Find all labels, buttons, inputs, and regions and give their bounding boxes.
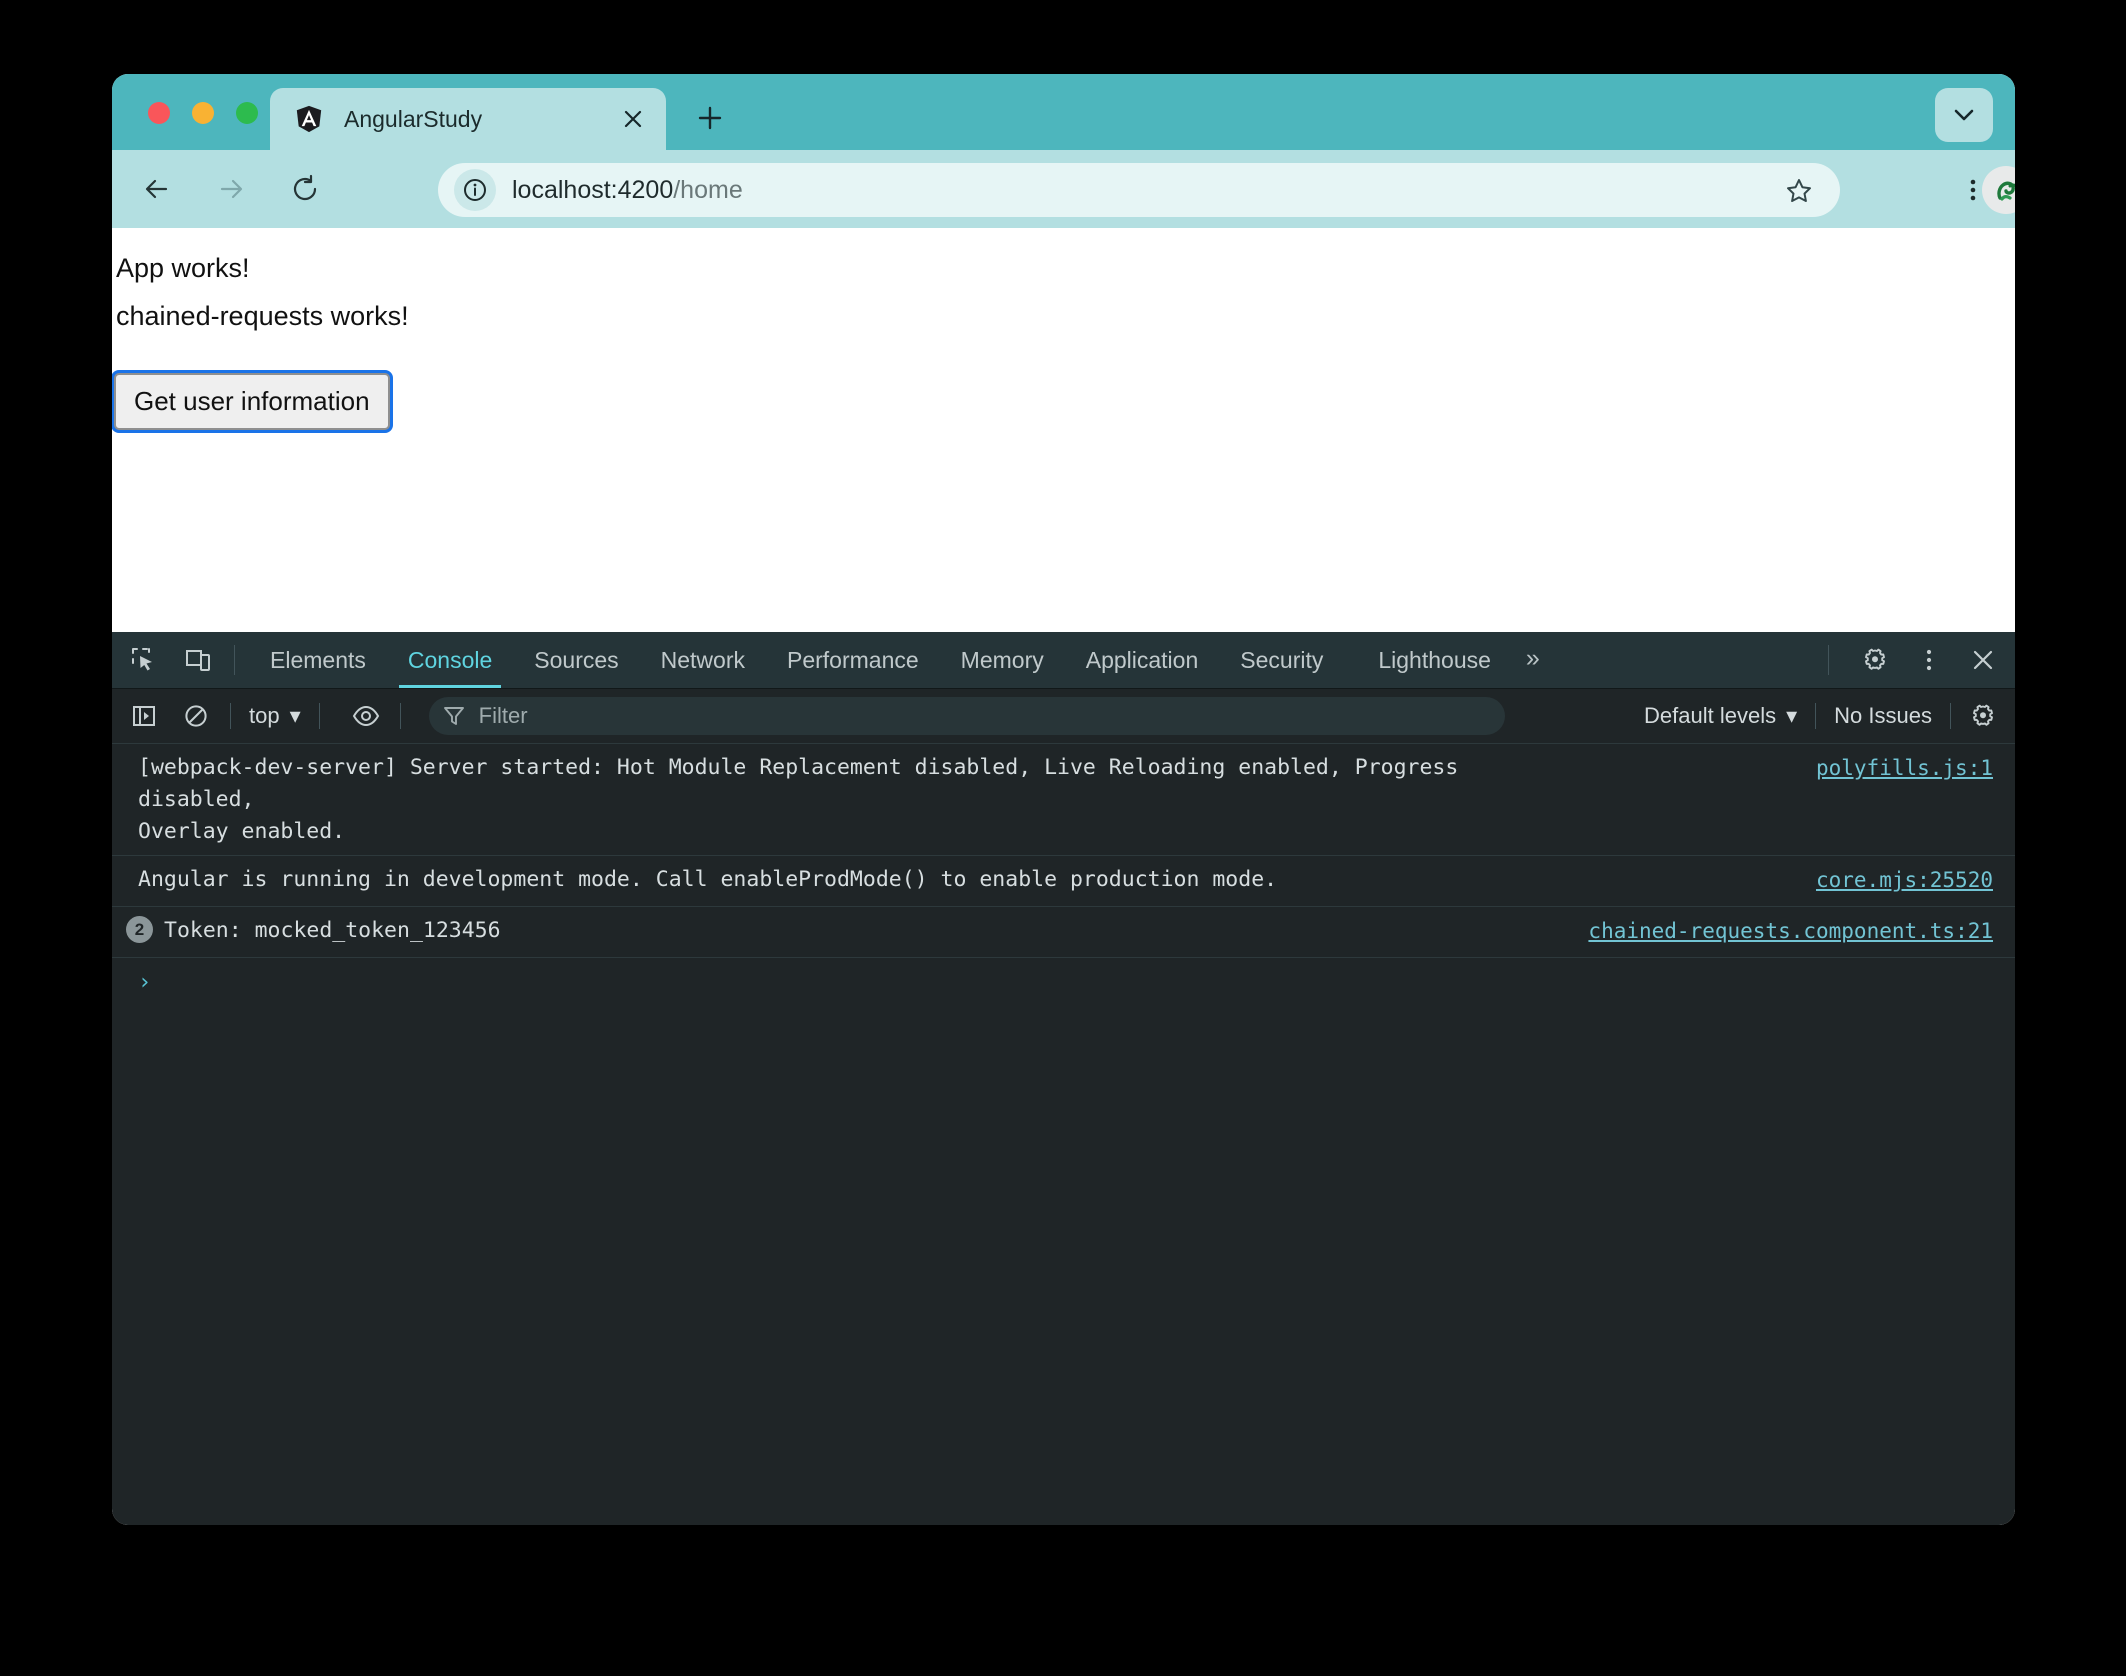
browser-menu-button[interactable] <box>1951 166 1995 214</box>
forward-button[interactable] <box>208 166 254 212</box>
eye-icon <box>352 703 380 729</box>
browser-tab[interactable]: AngularStudy <box>270 88 666 150</box>
console-sidebar-icon <box>131 703 157 729</box>
gear-icon <box>1969 702 1997 730</box>
close-icon <box>1969 646 1997 674</box>
more-tabs-button[interactable]: » <box>1512 632 1554 688</box>
clear-console-button[interactable] <box>176 696 216 736</box>
back-button[interactable] <box>134 166 180 212</box>
chained-requests-text: chained-requests works! <box>114 292 2015 340</box>
forward-arrow-icon <box>216 174 246 204</box>
gear-icon <box>1861 646 1889 674</box>
console-filter-input[interactable]: Filter <box>429 697 1505 735</box>
devtools-settings-button[interactable] <box>1853 638 1897 682</box>
clear-console-icon <box>183 703 209 729</box>
app-works-text: App works! <box>114 244 2015 292</box>
execution-context-selector[interactable]: top ▾ <box>245 703 305 729</box>
inspect-element-icon <box>130 646 158 674</box>
kebab-menu-icon <box>1916 647 1942 673</box>
window-controls <box>148 102 258 124</box>
devtools-tab-application[interactable]: Application <box>1065 632 1220 688</box>
close-tab-icon[interactable] <box>618 104 648 134</box>
devtools-tab-performance[interactable]: Performance <box>766 632 940 688</box>
actions-divider <box>1828 645 1829 675</box>
console-divider-1 <box>230 703 231 729</box>
message-repeat-count-badge: 2 <box>126 916 153 943</box>
devtools-tabbar-actions <box>1814 632 2005 688</box>
kebab-menu-icon <box>1960 177 1986 203</box>
devtools-tab-network[interactable]: Network <box>640 632 766 688</box>
devtools-tab-sources[interactable]: Sources <box>513 632 639 688</box>
console-toolbar: top ▾ Filter Default leve <box>112 689 2015 744</box>
devtools-close-button[interactable] <box>1961 638 2005 682</box>
back-arrow-icon <box>142 174 172 204</box>
new-tab-button[interactable] <box>692 100 728 136</box>
console-message-list: [webpack-dev-server] Server started: Hot… <box>112 744 2015 958</box>
live-expression-button[interactable] <box>346 696 386 736</box>
device-toolbar-icon <box>184 646 212 674</box>
devtools-tabbar: Elements Console Sources Network Perform… <box>112 632 2015 689</box>
angular-icon <box>294 104 324 134</box>
devtools-tab-lighthouse[interactable]: Lighthouse <box>1344 632 1512 688</box>
console-divider-3 <box>400 703 401 729</box>
console-sidebar-toggle[interactable] <box>124 696 164 736</box>
console-message[interactable]: [webpack-dev-server] Server started: Hot… <box>112 744 2015 856</box>
devtools-tab-elements[interactable]: Elements <box>249 632 387 688</box>
console-message-text: [webpack-dev-server] Server started: Hot… <box>112 752 2015 847</box>
page-viewport: App works! chained-requests works! Get u… <box>112 228 2015 632</box>
execution-context-label: top <box>249 703 280 729</box>
site-info-icon[interactable] <box>454 169 496 211</box>
console-settings-button[interactable] <box>1963 696 2003 736</box>
get-user-information-button[interactable]: Get user information <box>114 373 390 430</box>
inspect-element-button[interactable] <box>122 638 166 682</box>
screen: AngularStudy <box>0 0 2126 1676</box>
devtools-panel: Elements Console Sources Network Perform… <box>112 632 2015 1525</box>
maximize-window-button[interactable] <box>236 102 258 124</box>
chevron-down-icon <box>1951 102 1977 128</box>
log-levels-dropdown[interactable]: Default levels ▾ <box>1626 703 1815 729</box>
console-prompt[interactable]: › <box>112 958 2015 995</box>
chevron-down-icon: ▾ <box>1786 703 1797 729</box>
address-bar[interactable]: localhost:4200/home <box>438 163 1840 217</box>
url-host: localhost:4200 <box>512 176 673 204</box>
close-window-button[interactable] <box>148 102 170 124</box>
console-message-source[interactable]: polyfills.js:1 <box>1816 753 1993 784</box>
console-message-source[interactable]: core.mjs:25520 <box>1816 865 1993 896</box>
chevron-down-icon: ▾ <box>290 703 301 729</box>
minimize-window-button[interactable] <box>192 102 214 124</box>
console-divider-5 <box>1950 703 1951 729</box>
reload-icon <box>290 174 320 204</box>
issues-status[interactable]: No Issues <box>1816 703 1950 729</box>
bookmark-star-icon[interactable] <box>1780 172 1818 210</box>
toolbar-divider <box>234 645 235 675</box>
filter-icon <box>443 705 465 727</box>
reload-button[interactable] <box>282 166 328 212</box>
browser-window: AngularStudy <box>112 74 2015 1525</box>
device-toolbar-button[interactable] <box>176 638 220 682</box>
console-message[interactable]: 2 Token: mocked_token_123456 chained-requ… <box>112 907 2015 958</box>
log-levels-label: Default levels <box>1644 703 1776 729</box>
console-toolbar-right: Default levels ▾ No Issues <box>1626 689 2003 743</box>
console-message-source[interactable]: chained-requests.component.ts:21 <box>1588 916 1993 947</box>
console-message-text: Token: mocked_token_123456 <box>164 918 501 943</box>
console-message[interactable]: Angular is running in development mode. … <box>112 856 2015 907</box>
devtools-tab-security[interactable]: Security <box>1219 632 1344 688</box>
url-path: /home <box>673 176 742 204</box>
console-message-text: Angular is running in development mode. … <box>112 864 2015 896</box>
devtools-tab-console[interactable]: Console <box>387 632 513 688</box>
tab-title: AngularStudy <box>344 106 482 133</box>
devtools-dock-menu-button[interactable] <box>1907 638 1951 682</box>
tab-strip: AngularStudy <box>112 74 2015 150</box>
console-divider-2 <box>319 703 320 729</box>
console-filter-placeholder: Filter <box>479 703 528 729</box>
url-text: localhost:4200/home <box>512 176 743 205</box>
browser-toolbar: localhost:4200/home <box>112 150 2015 228</box>
tab-search-button[interactable] <box>1935 88 1993 142</box>
devtools-tab-memory[interactable]: Memory <box>940 632 1065 688</box>
